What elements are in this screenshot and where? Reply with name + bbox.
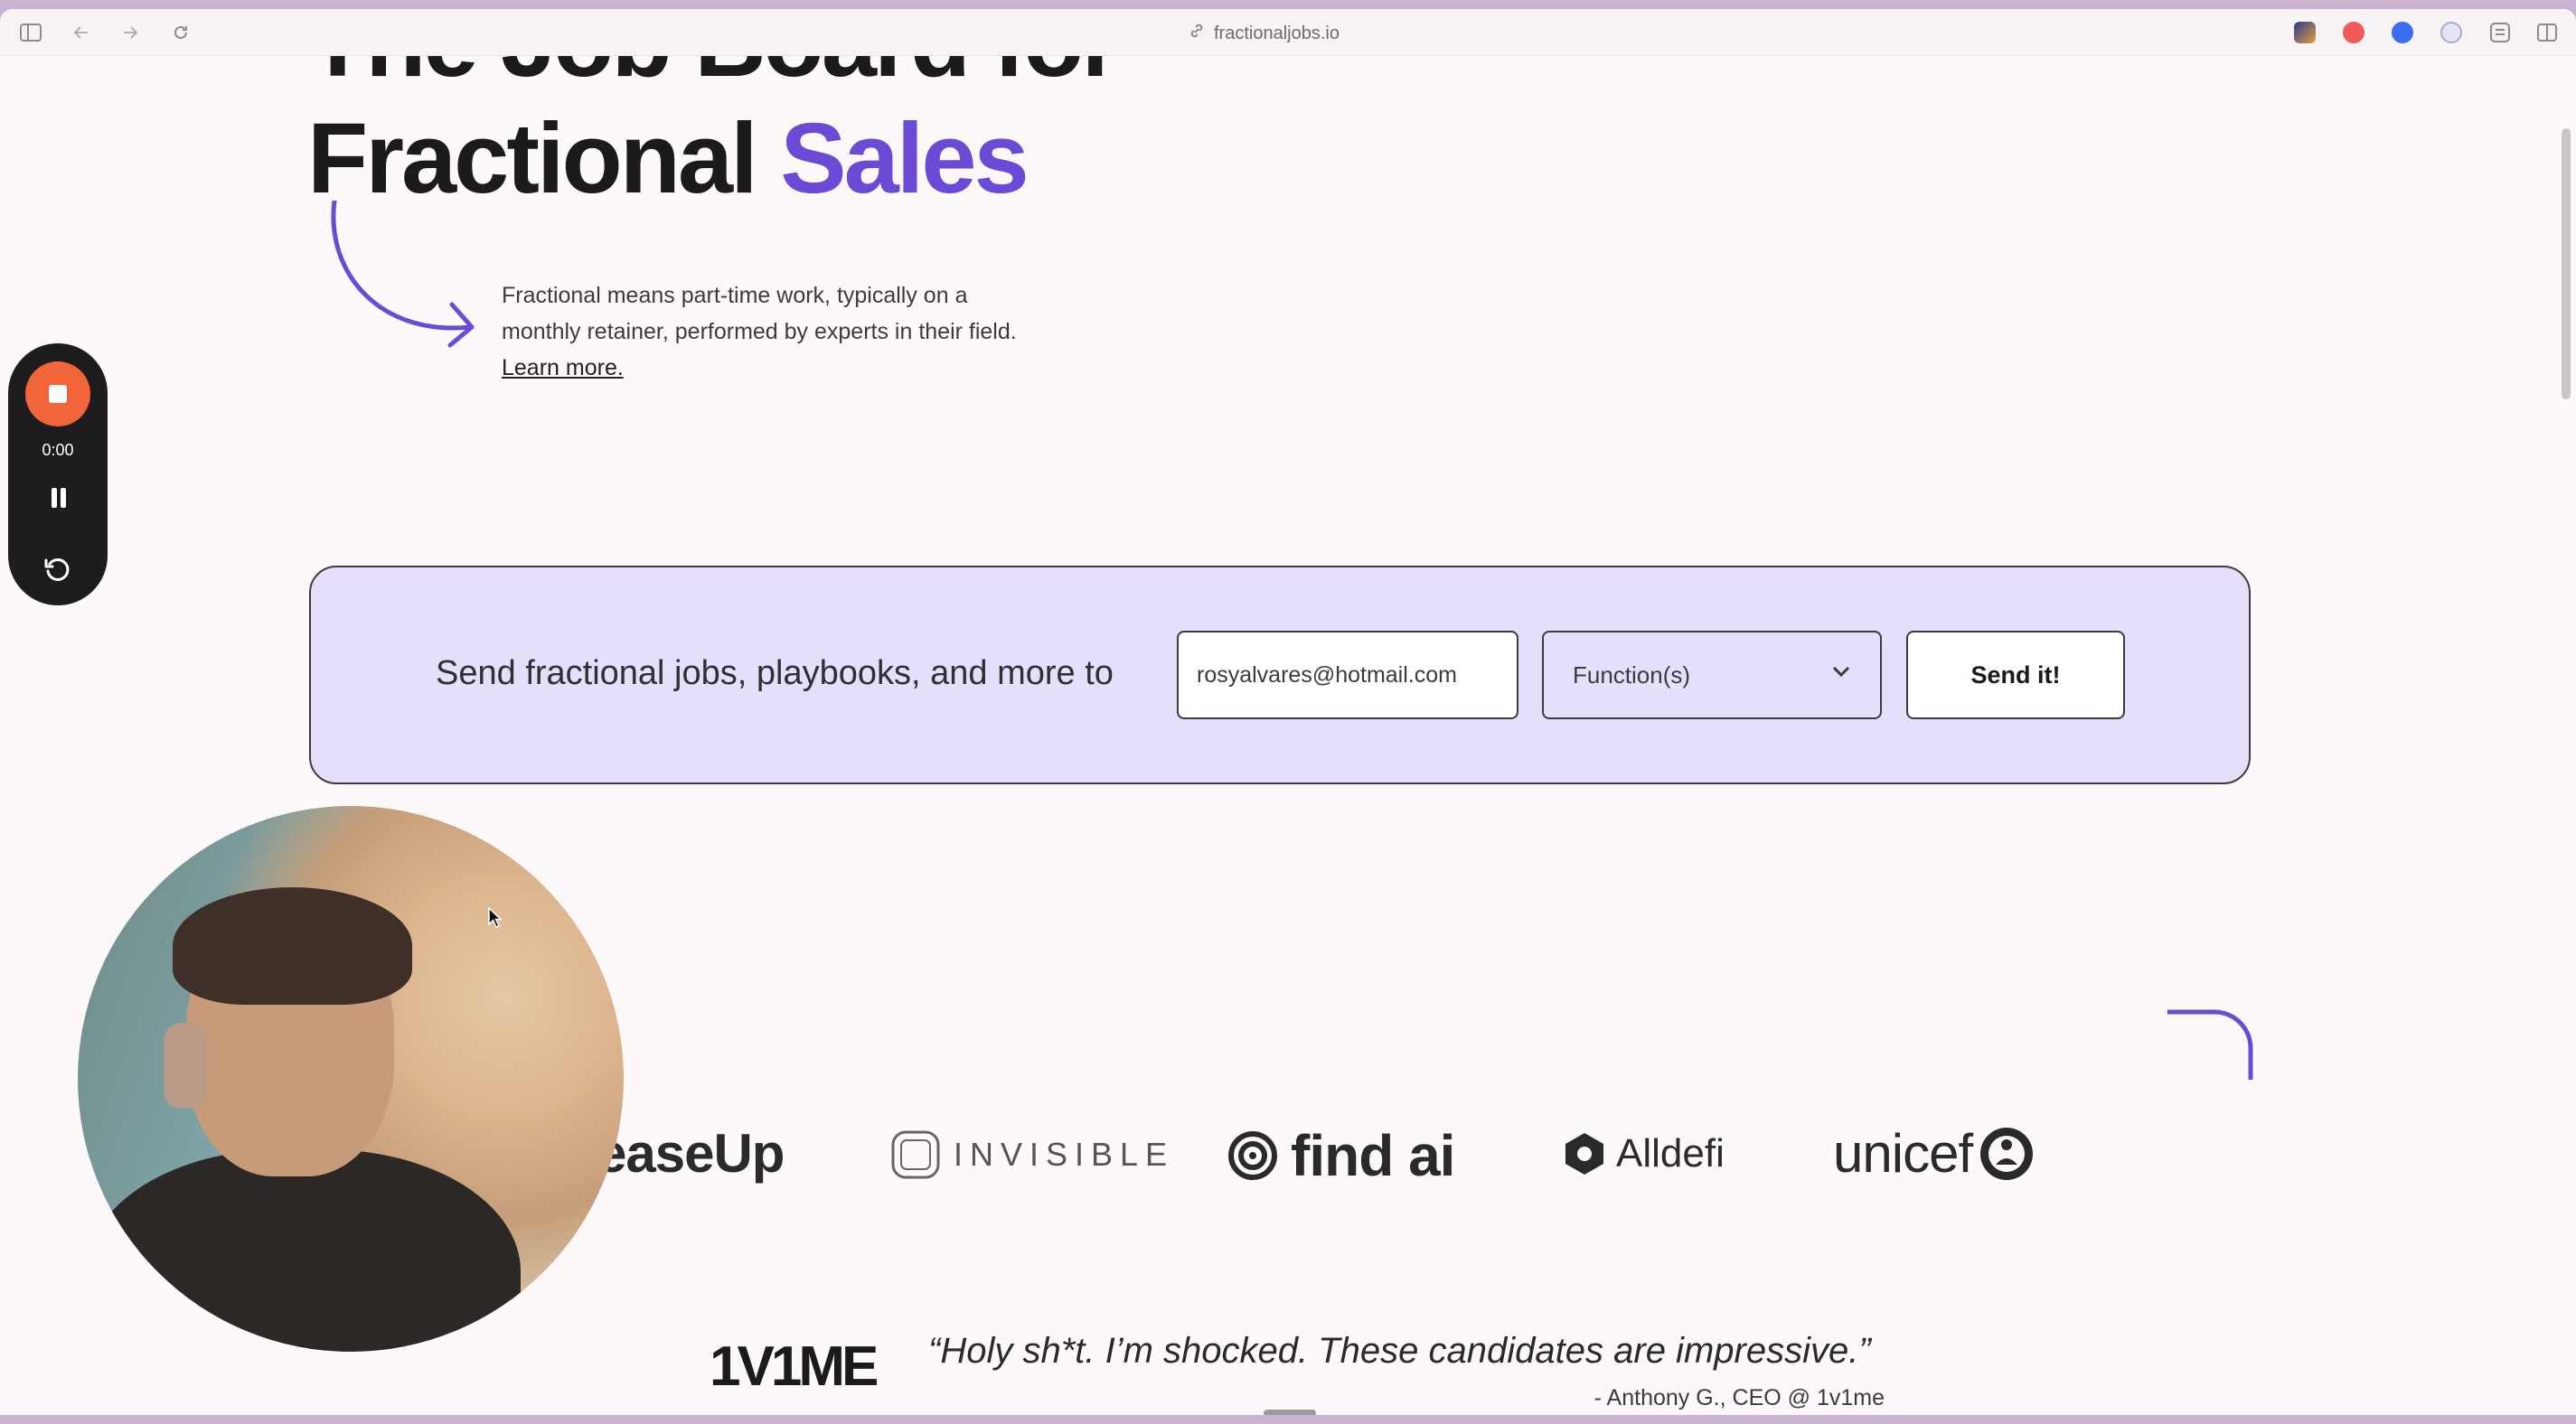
extension-icon-4[interactable]: [2440, 22, 2462, 43]
link-icon: [1189, 23, 1205, 44]
page-scrollbar[interactable]: [2562, 128, 2571, 399]
decorative-corner-line: [2167, 1009, 2253, 1080]
signup-text: Send fractional jobs, playbooks, and mor…: [436, 654, 1114, 692]
testimonial-brand-logo: 1V1ME: [710, 1335, 879, 1398]
unicef-logo: unicef: [1833, 1122, 2035, 1185]
extension-icon-3[interactable]: [2392, 22, 2413, 43]
url-text: fractionaljobs.io: [1214, 23, 1340, 43]
mouse-cursor-icon: [488, 907, 503, 929]
testimonial-author: - Anthony G., CEO @ 1v1me: [1594, 1385, 1885, 1410]
invisible-logo: INVISIBLE: [890, 1129, 1174, 1180]
send-button[interactable]: Send it!: [1906, 631, 2125, 719]
recording-timer: 0:00: [42, 441, 74, 459]
address-bar[interactable]: fractionaljobs.io: [1189, 20, 1340, 47]
findai-logo: find ai: [1227, 1122, 1455, 1189]
alldefi-logo: Alldefi: [1564, 1131, 1725, 1176]
webcam-person-hair: [173, 887, 412, 1005]
testimonial-quote: “Holy sh*t. I’m shocked. These candidate…: [928, 1331, 1871, 1371]
hero-description: Fractional means part-time work, typical…: [502, 277, 1044, 386]
hero-title-line1: The Job Board for: [307, 56, 1117, 92]
webcam-person-body: [87, 1149, 521, 1352]
split-view-icon[interactable]: [2533, 18, 2562, 47]
unicef-emblem-icon: [1980, 1127, 2034, 1180]
hexagon-icon: [1565, 1133, 1603, 1175]
findai-logo-text: find ai: [1291, 1123, 1455, 1188]
reload-icon[interactable]: [166, 18, 195, 47]
curved-arrow-icon: [331, 201, 475, 348]
invisible-square-icon: [891, 1130, 940, 1179]
target-icon: [1228, 1131, 1277, 1180]
sidebar-toggle-icon[interactable]: [16, 18, 45, 47]
function-select-value: Function(s): [1573, 660, 1691, 689]
restart-icon[interactable]: [42, 555, 71, 584]
invisible-logo-text: INVISIBLE: [954, 1136, 1175, 1173]
browser-toolbar: fractionaljobs.io: [0, 9, 2576, 56]
chevron-down-icon: [1832, 666, 1850, 678]
email-field[interactable]: [1177, 631, 1518, 719]
reader-icon[interactable]: [2486, 18, 2515, 47]
webcam-overlay: [78, 806, 624, 1352]
learn-more-link[interactable]: Learn more.: [502, 355, 624, 380]
unicef-logo-text: unicef: [1833, 1123, 1973, 1184]
alldefi-logo-text: Alldefi: [1616, 1131, 1725, 1176]
testimonial: 1V1ME “Holy sh*t. I’m shocked. These can…: [710, 1326, 1885, 1415]
recording-controls: 0:00: [8, 343, 108, 605]
headphones-icon: [164, 1023, 207, 1109]
description-text: Fractional means part-time work, typical…: [502, 283, 1017, 344]
newsletter-signup: Send fractional jobs, playbooks, and mor…: [309, 566, 2251, 784]
hero-title-prefix: Fractional: [307, 103, 758, 214]
pause-icon[interactable]: [49, 488, 69, 508]
extension-icon-2[interactable]: [2343, 22, 2364, 43]
leaseup-logo: easeUp: [597, 1123, 785, 1184]
extension-icon-1[interactable]: [2294, 22, 2316, 43]
forward-icon[interactable]: [116, 18, 145, 47]
browser-window: fractionaljobs.io The Job Board for Frac…: [0, 9, 2576, 1415]
stop-recording-button[interactable]: [25, 361, 90, 426]
back-icon[interactable]: [67, 18, 96, 47]
hero-title-accent: Sales: [780, 103, 1029, 214]
resize-handle[interactable]: [1264, 1410, 1316, 1415]
function-select[interactable]: Function(s): [1542, 631, 1882, 719]
